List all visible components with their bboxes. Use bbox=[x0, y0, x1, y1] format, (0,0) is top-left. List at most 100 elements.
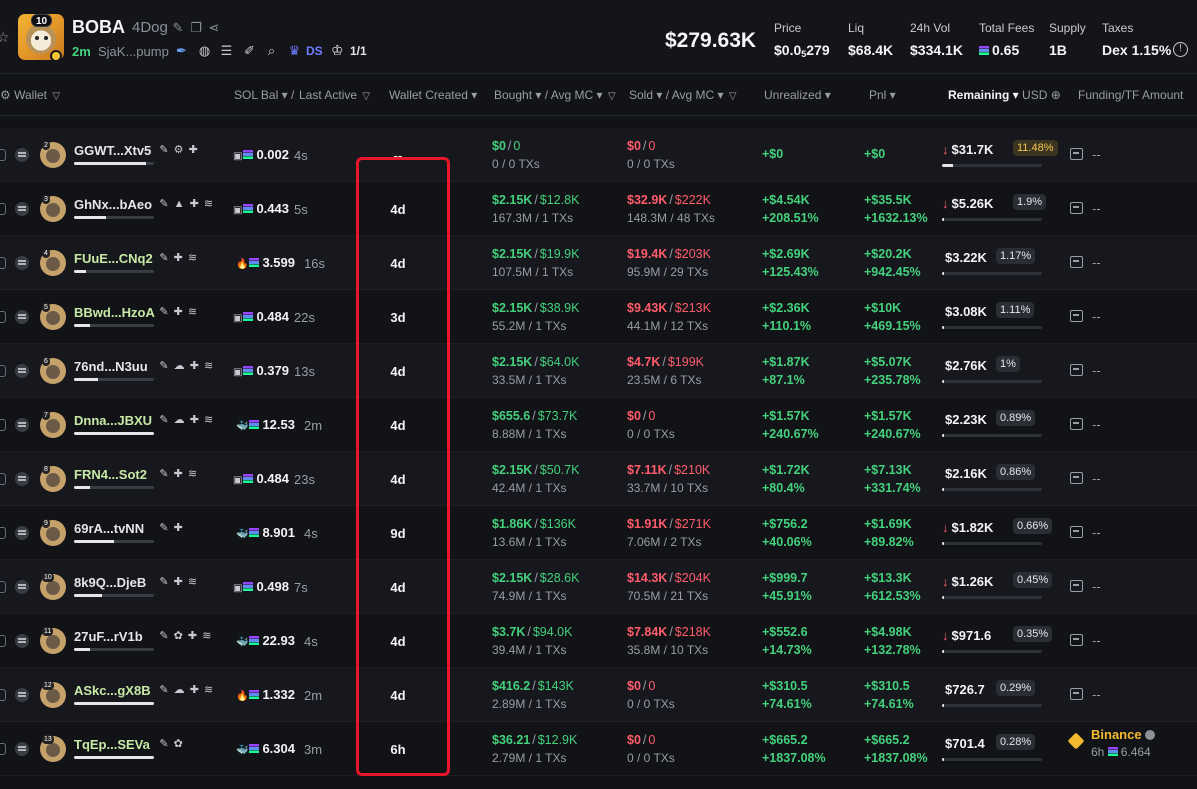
wallet-tag-icons[interactable]: ✎ ✚ ≋ bbox=[159, 467, 198, 480]
row-select-icon[interactable] bbox=[0, 149, 6, 161]
wallet-address[interactable]: TqEp...SEVa bbox=[74, 737, 150, 752]
funding-icon[interactable] bbox=[1070, 688, 1083, 700]
row-select-icon[interactable] bbox=[0, 365, 6, 377]
row-select-icon[interactable] bbox=[0, 581, 6, 593]
menu-icon[interactable] bbox=[15, 202, 29, 216]
col-pnl[interactable]: Pnl ▾ bbox=[869, 88, 896, 102]
menu-icon[interactable] bbox=[15, 688, 29, 702]
table-row[interactable]: 3 GhNx...bAeo ✎ ▲ ✚ ≋ ▣ 0.443 5s 4d $2.15… bbox=[0, 182, 1197, 236]
wallet-tag-icons[interactable]: ✎ ☁ ✚ ≋ bbox=[159, 683, 214, 696]
table-row[interactable]: 4 FUuE...CNq2 ✎ ✚ ≋ 🔥 3.599 16s 4d $2.15K… bbox=[0, 236, 1197, 290]
info-icon[interactable]: ! bbox=[1173, 42, 1188, 57]
share-icon[interactable]: ⋖ bbox=[207, 21, 221, 35]
wallet-tag-icons[interactable]: ✎ ▲ ✚ ≋ bbox=[159, 197, 214, 210]
menu-icon[interactable] bbox=[15, 526, 29, 540]
star-icon[interactable]: ☆ bbox=[0, 30, 11, 44]
table-row[interactable]: 9 69rA...tvNN ✎ ✚ 🐳 8.901 4s 9d $1.86K / $1… bbox=[0, 506, 1197, 560]
row-select-icon[interactable] bbox=[0, 419, 6, 431]
funding-icon[interactable] bbox=[1070, 310, 1083, 322]
col-wallet[interactable]: ⚙ Wallet ▽ bbox=[0, 88, 60, 102]
col-remaining[interactable]: Remaining ▾ USD ⊕ bbox=[948, 88, 1061, 102]
wallet-address[interactable]: Dnna...JBXU bbox=[74, 413, 152, 428]
wallet-tag-icons[interactable]: ✎ ✚ ≋ bbox=[159, 305, 198, 318]
copy-icon[interactable]: ❐ bbox=[189, 21, 203, 35]
funding-icon[interactable] bbox=[1070, 580, 1083, 592]
wallet-address[interactable]: BBwd...HzoA bbox=[74, 305, 155, 320]
funding-icon[interactable] bbox=[1070, 202, 1083, 214]
row-select-icon[interactable] bbox=[0, 473, 6, 485]
wallet-address[interactable]: 76nd...N3uu bbox=[74, 359, 148, 374]
wallet-tag-icons[interactable]: ✎ ✚ bbox=[159, 521, 184, 534]
wallet-created: 6h bbox=[390, 742, 406, 757]
wallet-address[interactable]: 8k9Q...DjeB bbox=[74, 575, 146, 590]
wallet-address[interactable]: 69rA...tvNN bbox=[74, 521, 144, 536]
col-sold[interactable]: Sold ▾ / Avg MC ▾ ▽ bbox=[629, 88, 737, 102]
table-row[interactable]: 10 8k9Q...DjeB ✎ ✚ ≋ ▣ 0.498 7s 4d $2.15K… bbox=[0, 560, 1197, 614]
funding-icon[interactable] bbox=[1070, 148, 1083, 160]
list-icon[interactable]: ☰ bbox=[219, 43, 234, 58]
wallet-tag-icons[interactable]: ✎ ✿ bbox=[159, 737, 184, 750]
wallet-address[interactable]: GGWT...Xtv5 bbox=[74, 143, 151, 158]
row-select-icon[interactable] bbox=[0, 743, 6, 755]
wallet-tag-icons[interactable]: ✎ ✿ ✚ ≋ bbox=[159, 629, 212, 642]
menu-icon[interactable] bbox=[15, 472, 29, 486]
row-select-icon[interactable] bbox=[0, 689, 6, 701]
funding-icon[interactable] bbox=[1070, 364, 1083, 376]
table-row[interactable]: 7 Dnna...JBXU ✎ ☁ ✚ ≋ 🐳 12.53 2m 4d $655.… bbox=[0, 398, 1197, 452]
wallet-address[interactable]: 27uF...rV1b bbox=[74, 629, 143, 644]
funding-icon[interactable] bbox=[1070, 418, 1083, 430]
dexscreener-link[interactable]: DS bbox=[306, 44, 323, 58]
col-wallet-created[interactable]: Wallet Created ▾ bbox=[389, 88, 477, 102]
menu-icon[interactable] bbox=[15, 742, 29, 756]
menu-icon[interactable] bbox=[15, 634, 29, 648]
menu-icon[interactable] bbox=[15, 310, 29, 324]
menu-icon[interactable] bbox=[15, 364, 29, 378]
col-bought[interactable]: Bought ▾ / Avg MC ▾ ▽ bbox=[494, 88, 616, 102]
table-row[interactable]: 2 GGWT...Xtv5 ✎ ⚙ ✚ ▣ 0.002 4s -- $0/0 0 … bbox=[0, 128, 1197, 182]
contract-address[interactable]: SjaK...pump bbox=[98, 44, 169, 59]
menu-icon[interactable] bbox=[15, 580, 29, 594]
table-row[interactable]: 12 ASkc...gX8B ✎ ☁ ✚ ≋ 🔥 1.332 2m 4d $416… bbox=[0, 668, 1197, 722]
funding-icon[interactable] bbox=[1070, 634, 1083, 646]
wallet-address[interactable]: GhNx...bAeo bbox=[74, 197, 152, 212]
remaining-bar bbox=[942, 272, 1042, 275]
edit-icon[interactable]: ✎ bbox=[171, 21, 185, 35]
row-select-icon[interactable] bbox=[0, 635, 6, 647]
wallet-tag-icons[interactable]: ✎ ⚙ ✚ bbox=[159, 143, 198, 156]
menu-icon[interactable] bbox=[15, 148, 29, 162]
wallet-progress-bar bbox=[74, 486, 154, 489]
wallet-tag-icons[interactable]: ✎ ✚ ≋ bbox=[159, 575, 198, 588]
funding-amount: -- bbox=[1092, 417, 1101, 432]
globe-icon[interactable]: ◍ bbox=[197, 43, 212, 58]
wallet-tag-icons[interactable]: ✎ ☁ ✚ ≋ bbox=[159, 413, 214, 426]
funding-source[interactable]: Binance bbox=[1091, 727, 1155, 742]
table-row[interactable]: 6 76nd...N3uu ✎ ☁ ✚ ≋ ▣ 0.379 13s 4d $2.1… bbox=[0, 344, 1197, 398]
funding-icon[interactable] bbox=[1070, 526, 1083, 538]
wallet-created: 4d bbox=[390, 634, 406, 649]
wallet-tag-icons[interactable]: ✎ ✚ ≋ bbox=[159, 251, 198, 264]
col-sol-bal[interactable]: SOL Bal ▾ / bbox=[234, 88, 294, 102]
row-select-icon[interactable] bbox=[0, 311, 6, 323]
col-unrealized[interactable]: Unrealized ▾ bbox=[764, 88, 831, 102]
funding-icon[interactable] bbox=[1070, 472, 1083, 484]
row-select-icon[interactable] bbox=[0, 203, 6, 215]
wallet-tag-icons[interactable]: ✎ ☁ ✚ ≋ bbox=[159, 359, 214, 372]
table-row[interactable]: 5 BBwd...HzoA ✎ ✚ ≋ ▣ 0.484 22s 3d $2.15K… bbox=[0, 290, 1197, 344]
col-funding[interactable]: Funding/TF Amount bbox=[1078, 88, 1183, 102]
table-row[interactable]: 11 27uF...rV1b ✎ ✿ ✚ ≋ 🐳 22.93 4s 4d $3.7… bbox=[0, 614, 1197, 668]
wallet-address[interactable]: FUuE...CNq2 bbox=[74, 251, 153, 266]
chef-icon[interactable]: ♛ bbox=[287, 43, 302, 58]
menu-icon[interactable] bbox=[15, 418, 29, 432]
table-row[interactable]: 8 FRN4...Sot2 ✎ ✚ ≋ ▣ 0.484 23s 4d $2.15K… bbox=[0, 452, 1197, 506]
col-last-active[interactable]: Last Active ▽ bbox=[299, 88, 370, 102]
table-row[interactable]: 13 TqEp...SEVa ✎ ✿ 🐳 6.304 3m 6h $36.21/$… bbox=[0, 722, 1197, 776]
wallet-address[interactable]: FRN4...Sot2 bbox=[74, 467, 147, 482]
search-icon[interactable]: ⌕ bbox=[264, 43, 279, 58]
row-select-icon[interactable] bbox=[0, 257, 6, 269]
funding-icon[interactable] bbox=[1070, 256, 1083, 268]
row-select-icon[interactable] bbox=[0, 527, 6, 539]
post-icon[interactable]: ✐ bbox=[242, 43, 257, 58]
feather-icon[interactable]: ✒ bbox=[174, 43, 189, 58]
wallet-address[interactable]: ASkc...gX8B bbox=[74, 683, 151, 698]
menu-icon[interactable] bbox=[15, 256, 29, 270]
